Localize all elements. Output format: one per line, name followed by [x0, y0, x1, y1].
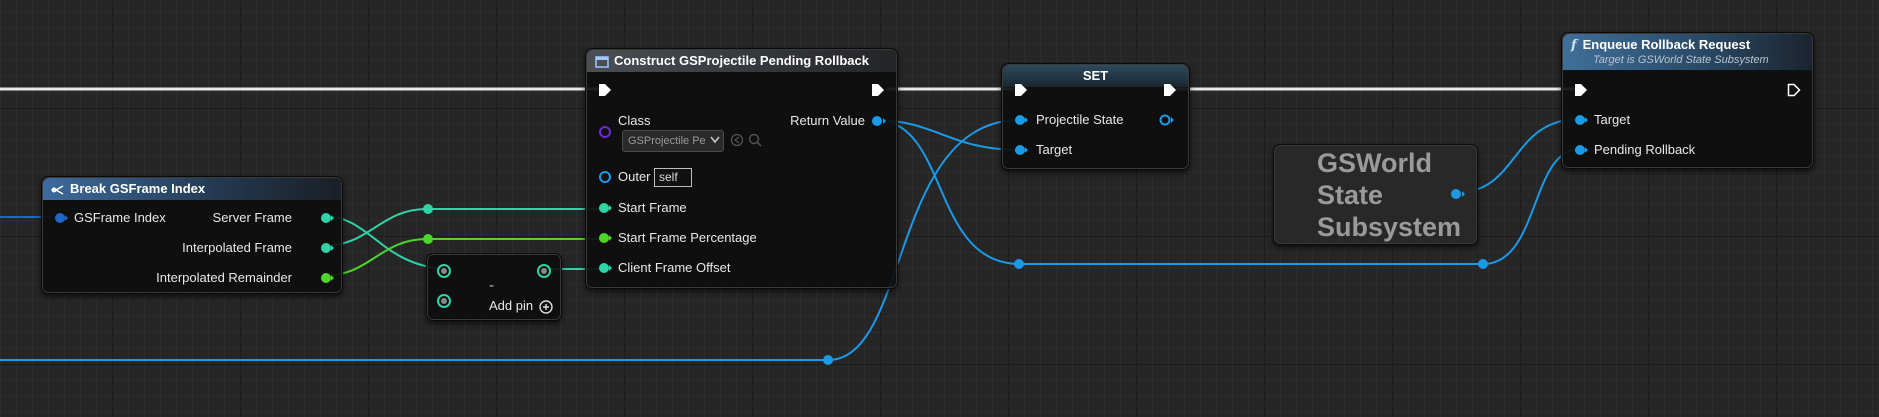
node-header: Construct GSProjectile Pending Rollback [587, 50, 896, 72]
class-dropdown[interactable]: GSProjectile Pe [622, 130, 724, 152]
pin-label: Projectile State [1036, 112, 1124, 127]
add-pin-button[interactable]: Add pin [489, 298, 533, 313]
reroute-knot [1478, 259, 1488, 269]
projectile-state-pin-icon[interactable] [1014, 114, 1028, 126]
enqueue-rollback-request-node[interactable]: f Enqueue Rollback Request Target is GSWo… [1561, 32, 1814, 169]
use-selected-asset-icon[interactable] [730, 133, 744, 147]
exec-out-pin-icon[interactable] [1163, 83, 1177, 97]
pin-label: Interpolated Frame [182, 240, 292, 255]
pin-label: Start Frame Percentage [618, 230, 757, 245]
projectile-state-out-pin-icon[interactable] [1159, 114, 1175, 126]
break-struct-icon [51, 184, 64, 195]
reroute-knot [823, 355, 833, 365]
subtract-node[interactable]: - Add pin [426, 253, 562, 321]
add-pin-icon[interactable] [539, 300, 553, 314]
class-pin-icon[interactable] [598, 125, 612, 139]
interpolated-frame-pin-icon[interactable] [320, 242, 334, 254]
subtract-input-b-pin-icon[interactable] [437, 294, 451, 308]
subtract-output-pin-icon[interactable] [537, 264, 551, 278]
exec-in-pin-icon[interactable] [1014, 83, 1028, 97]
subsystem-line: State [1317, 180, 1384, 210]
reroute-knot [423, 204, 433, 214]
interpolated-remainder-pin-icon[interactable] [320, 272, 334, 284]
break-gsframe-index-node[interactable]: Break GSFrame Index GSFrame Index Server… [41, 176, 343, 294]
function-icon: f [1571, 38, 1577, 53]
target-pin-icon[interactable] [1574, 114, 1588, 126]
exec-in-pin-icon[interactable] [598, 83, 612, 97]
pin-label: Start Frame [618, 200, 687, 215]
subsystem-out-pin-icon[interactable] [1450, 187, 1466, 201]
node-title: SET [1082, 68, 1109, 83]
construct-object-node[interactable]: Construct GSProjectile Pending Rollback … [585, 48, 898, 289]
class-dropdown-value: GSProjectile Pe [628, 135, 706, 147]
wire-interp-frame [322, 208, 605, 247]
start-frame-percentage-pin-icon[interactable] [598, 232, 612, 244]
operator-label: - [489, 277, 494, 294]
chevron-down-icon [710, 136, 720, 144]
node-title: Enqueue Rollback Request [1582, 37, 1751, 52]
target-pin-icon[interactable] [1014, 144, 1028, 156]
browse-asset-search-icon[interactable] [748, 133, 762, 147]
client-frame-offset-pin-icon[interactable] [598, 262, 612, 274]
construct-node-icon [595, 55, 609, 68]
subsystem-label: GSWorld State Subsystem [1317, 147, 1461, 243]
pin-label: Class [618, 113, 651, 128]
node-header: f Enqueue Rollback Request Target is GSWo… [1563, 34, 1812, 70]
set-variable-node[interactable]: SET Projectile State Target [1001, 63, 1190, 170]
exec-out-pin-icon[interactable] [871, 83, 885, 97]
return-value-pin-icon[interactable] [871, 114, 887, 128]
pin-label: Outer [618, 169, 651, 184]
outer-field[interactable]: self [654, 168, 692, 187]
blueprint-graph[interactable]: Break GSFrame Index GSFrame Index Server… [0, 0, 1879, 417]
node-subtitle: Target is GSWorld State Subsystem [1593, 54, 1769, 66]
pin-label: Target [1036, 142, 1073, 157]
node-header: SET [1003, 65, 1188, 87]
server-frame-pin-icon[interactable] [320, 212, 334, 224]
node-header: Break GSFrame Index [43, 178, 341, 200]
outer-pin-icon[interactable] [598, 170, 612, 184]
pin-label: Interpolated Remainder [156, 270, 292, 285]
subsystem-line: GSWorld [1317, 148, 1433, 178]
gsframe-index-pin-icon[interactable] [54, 212, 68, 224]
pin-label: Server Frame [212, 210, 292, 225]
node-title: Construct GSProjectile Pending Rollback [614, 53, 869, 68]
subsystem-line: Subsystem [1317, 212, 1462, 242]
reroute-knot [1014, 259, 1024, 269]
pending-rollback-pin-icon[interactable] [1574, 144, 1588, 156]
gsworld-state-subsystem-node[interactable]: GSWorld State Subsystem [1273, 144, 1478, 245]
subtract-input-a-pin-icon[interactable] [437, 264, 451, 278]
exec-out-pin-icon[interactable] [1787, 83, 1801, 97]
pin-label: GSFrame Index [74, 210, 166, 225]
start-frame-pin-icon[interactable] [598, 202, 612, 214]
pin-label: Return Value [790, 113, 865, 128]
pin-label: Target [1594, 112, 1631, 127]
pin-label: Pending Rollback [1594, 142, 1696, 157]
node-title: Break GSFrame Index [70, 181, 206, 196]
reroute-knot [423, 234, 433, 244]
pin-label: Client Frame Offset [618, 260, 731, 275]
exec-in-pin-icon[interactable] [1574, 83, 1588, 97]
